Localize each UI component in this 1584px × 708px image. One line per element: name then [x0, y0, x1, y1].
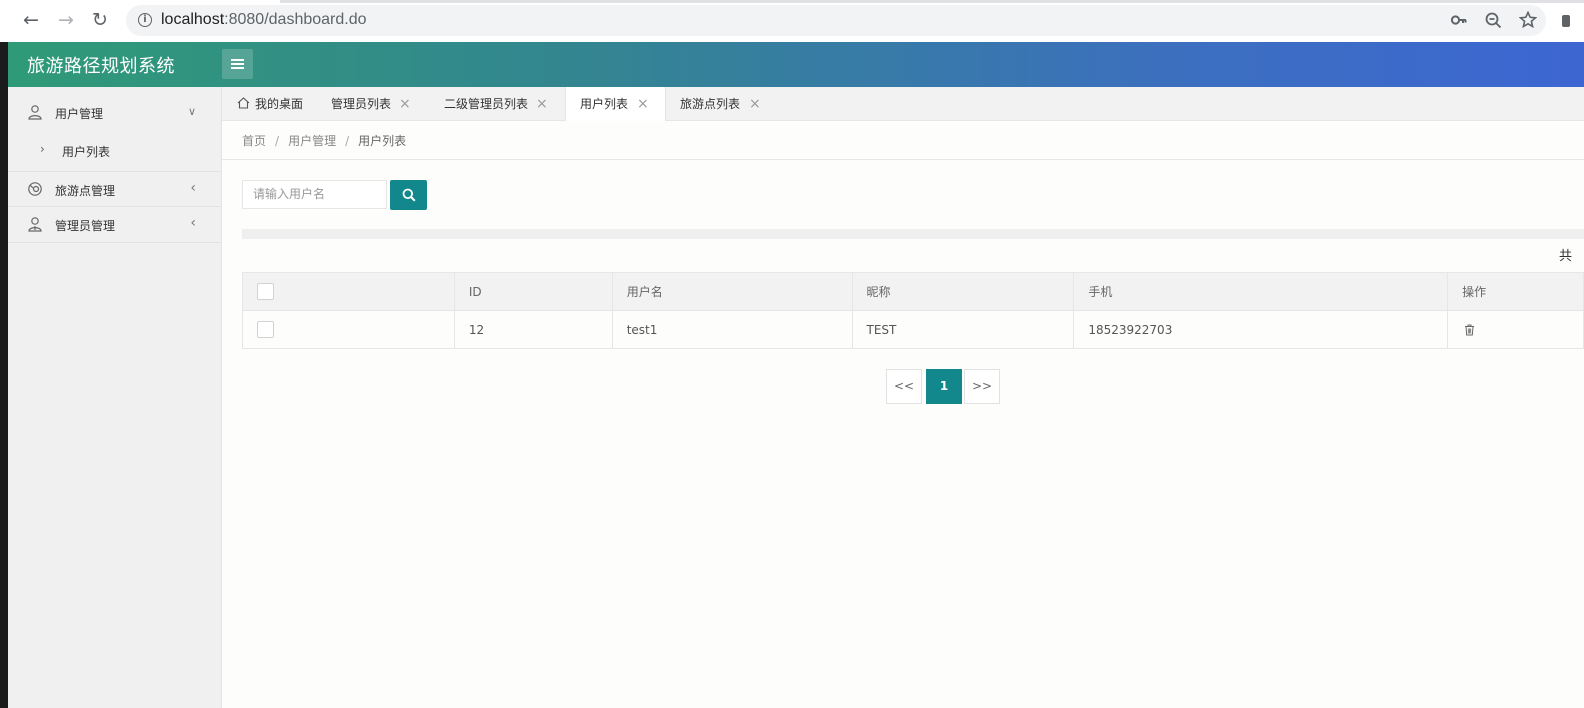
- site-info-icon[interactable]: i: [138, 13, 152, 27]
- toolbar-strip: [242, 229, 1584, 239]
- cell-id: 12: [453, 310, 613, 349]
- key-icon[interactable]: [1451, 13, 1467, 27]
- select-all-cell: [242, 272, 455, 311]
- chevron-left-icon: ‹: [190, 215, 196, 231]
- prev-page-button[interactable]: <<: [886, 369, 922, 404]
- browser-toolbar: ← → ↻ i localhost:8080/dashboard.do: [0, 0, 1584, 42]
- close-icon[interactable]: ×: [536, 87, 548, 121]
- column-header: ID: [453, 272, 613, 311]
- close-icon[interactable]: ×: [749, 87, 761, 121]
- current-page-button[interactable]: 1: [926, 369, 962, 404]
- divider: [222, 159, 1584, 160]
- table-row: 12 test1 TEST 18523922703: [242, 310, 1584, 349]
- reload-icon[interactable]: ↻: [89, 9, 111, 31]
- sidebar-subitem-user-list[interactable]: › 用户列表: [8, 134, 222, 166]
- row-checkbox[interactable]: [257, 321, 274, 338]
- user-icon: [28, 105, 42, 120]
- delete-trash-icon[interactable]: [1464, 324, 1475, 336]
- tab-label: 旅游点列表: [680, 97, 741, 111]
- username-search-input[interactable]: 请输入用户名: [242, 180, 387, 209]
- sidebar: 用户管理 ∨ › 用户列表 旅游点管理 ‹ 管理员管理 ‹: [8, 87, 222, 708]
- total-count-text: 共: [1559, 249, 1573, 264]
- cell-nickname: TEST: [851, 310, 1075, 349]
- address-bar[interactable]: i localhost:8080/dashboard.do: [126, 5, 1546, 36]
- breadcrumb-user-list: 用户列表: [358, 134, 407, 148]
- cell-actions: [1447, 310, 1584, 349]
- chevron-down-icon: ∨: [187, 105, 196, 118]
- table-header-row: ID 用户名 昵称 手机 操作: [242, 272, 1584, 311]
- sidebar-subitem-label: 用户列表: [62, 145, 111, 159]
- menu-toggle-button[interactable]: [222, 49, 253, 79]
- back-arrow-icon[interactable]: ←: [20, 9, 42, 31]
- forward-arrow-icon[interactable]: →: [55, 9, 77, 31]
- tab-label: 二级管理员列表: [444, 97, 529, 111]
- sidebar-item-user-management[interactable]: 用户管理 ∨: [8, 95, 222, 131]
- admin-icon: [28, 217, 42, 232]
- column-header: 昵称: [851, 272, 1075, 311]
- tab-strip-edge: [280, 0, 1584, 3]
- breadcrumb: 首页 / 用户管理 / 用户列表: [242, 134, 407, 148]
- tab-bar: 我的桌面 管理员列表 × 二级管理员列表 × 用户列表 × 旅游点列表 ×: [222, 87, 1584, 122]
- column-header: 手机: [1073, 272, 1449, 311]
- tab-spot-list[interactable]: 旅游点列表 ×: [680, 87, 770, 121]
- bookmark-star-icon[interactable]: [1519, 11, 1537, 29]
- tab-label: 用户列表: [580, 97, 629, 111]
- close-icon[interactable]: ×: [637, 87, 649, 121]
- tab-admin-list[interactable]: 管理员列表 ×: [331, 87, 421, 121]
- sidebar-item-label: 旅游点管理: [55, 184, 116, 198]
- breadcrumb-home[interactable]: 首页: [242, 134, 266, 148]
- map-pin-icon: [28, 182, 42, 196]
- search-button[interactable]: [390, 180, 427, 210]
- app-title: 旅游路径规划系统: [27, 56, 175, 77]
- tab-my-desktop[interactable]: 我的桌面: [237, 87, 327, 121]
- column-header: 用户名: [611, 272, 853, 311]
- tab-label: 我的桌面: [255, 97, 304, 111]
- tab-user-list[interactable]: 用户列表 ×: [565, 87, 666, 122]
- close-icon[interactable]: ×: [399, 87, 411, 121]
- home-icon: [237, 97, 250, 109]
- sidebar-item-spot-management[interactable]: 旅游点管理 ‹: [8, 171, 222, 207]
- cell-username: test1: [611, 310, 853, 349]
- next-page-button[interactable]: >>: [964, 369, 1000, 404]
- main-content: 首页 / 用户管理 / 用户列表 请输入用户名 共 ID 用户名 昵称 手机 操作: [222, 121, 1584, 708]
- search-icon: [402, 188, 416, 202]
- tab-label: 管理员列表: [331, 97, 392, 111]
- zoom-out-icon[interactable]: [1485, 12, 1502, 29]
- column-header: 操作: [1447, 272, 1584, 311]
- sidebar-item-label: 用户管理: [55, 107, 104, 121]
- sidebar-item-label: 管理员管理: [55, 219, 116, 233]
- app-header: 旅游路径规划系统: [8, 42, 1584, 87]
- user-table: ID 用户名 昵称 手机 操作 12 test1 TEST 1852392270…: [242, 272, 1584, 349]
- select-all-checkbox[interactable]: [257, 283, 274, 300]
- chevron-left-icon: ‹: [190, 180, 196, 196]
- cell-phone: 18523922703: [1073, 310, 1449, 349]
- window-edge: [0, 42, 8, 708]
- extension-icon[interactable]: [1562, 15, 1570, 27]
- row-select-cell: [242, 310, 455, 349]
- address-url[interactable]: localhost:8080/dashboard.do: [161, 11, 367, 29]
- breadcrumb-user-management[interactable]: 用户管理: [288, 134, 336, 148]
- chevron-right-icon: ›: [40, 142, 45, 156]
- tab-sub-admin-list[interactable]: 二级管理员列表 ×: [444, 87, 554, 121]
- sidebar-item-admin-management[interactable]: 管理员管理 ‹: [8, 207, 222, 243]
